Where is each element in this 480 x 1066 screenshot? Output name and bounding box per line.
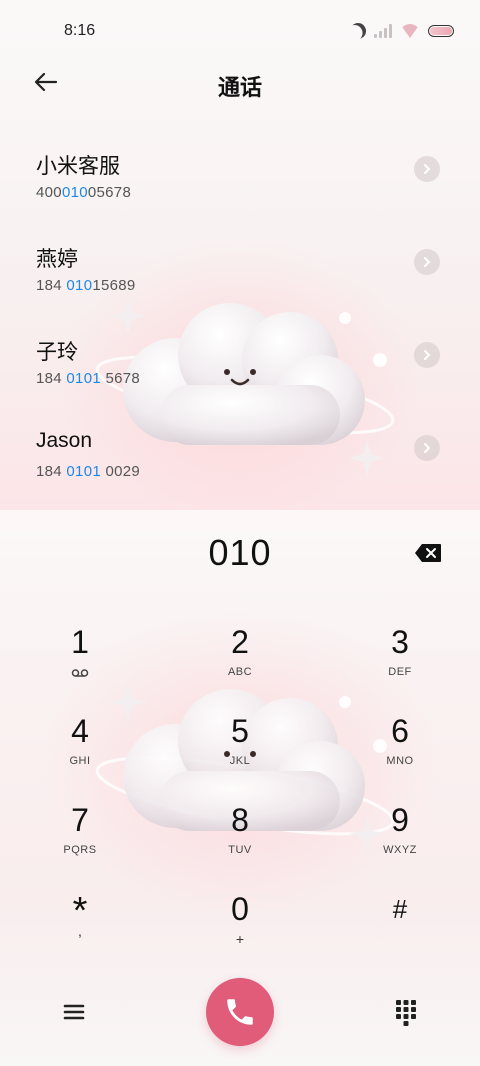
status-time: 8:16 (64, 22, 96, 39)
menu-icon (63, 1004, 85, 1020)
header: 通话 (0, 60, 480, 104)
key-letters: , (78, 923, 82, 939)
voicemail-icon (71, 669, 89, 677)
key-digit: 5 (231, 713, 249, 749)
call-button[interactable] (206, 978, 274, 1046)
backspace-icon (415, 544, 441, 562)
contact-details-button[interactable] (414, 249, 440, 275)
key-digit: 7 (71, 802, 89, 838)
menu-button[interactable] (60, 998, 88, 1026)
dialpad-toggle-button[interactable] (394, 998, 418, 1026)
contact-number: 184 01015689 (36, 277, 136, 294)
key-letters: ABC (227, 666, 253, 678)
backspace-button[interactable] (414, 543, 442, 563)
key-7[interactable]: 7 PQRS (25, 802, 135, 880)
chevron-right-icon (424, 257, 431, 267)
key-letters: MNO (386, 755, 414, 767)
signal-icon (374, 24, 392, 38)
key-letters: GHI (69, 755, 91, 767)
key-letters: WXYZ (383, 844, 417, 856)
contact-number: 184 0101 0029 (36, 463, 141, 480)
contact-details-button[interactable] (414, 342, 440, 368)
key-star[interactable]: * , (25, 891, 135, 969)
key-digit: 1 (71, 624, 89, 660)
status-icons (350, 22, 454, 40)
key-letters: TUV (228, 844, 252, 856)
dialed-number-display: 010 (208, 532, 272, 573)
key-letters: + (235, 931, 245, 947)
chevron-right-icon (424, 350, 431, 360)
key-digit: 9 (391, 802, 409, 838)
contact-details-button[interactable] (414, 156, 440, 182)
key-digit: 3 (391, 624, 409, 660)
chevron-right-icon (424, 443, 431, 453)
page-title: 通话 (217, 75, 262, 100)
contact-number: 184 0101 5678 (36, 370, 141, 387)
phone-icon (227, 999, 253, 1025)
key-digit: 2 (231, 624, 249, 660)
do-not-disturb-icon (347, 20, 369, 42)
key-digit: 0 (231, 891, 249, 927)
key-letters: PQRS (63, 844, 97, 856)
key-letters: JKL (229, 755, 251, 767)
key-3[interactable]: 3 DEF (345, 624, 455, 702)
key-4[interactable]: 4 GHI (25, 713, 135, 791)
key-5[interactable]: 5 JKL (185, 713, 295, 791)
status-bar: 8:16 (0, 0, 480, 60)
wifi-icon (400, 24, 420, 38)
key-9[interactable]: 9 WXYZ (345, 802, 455, 880)
contact-item[interactable]: Jason 184 0101 0029 (0, 429, 480, 499)
key-1[interactable]: 1 (25, 624, 135, 702)
contact-item[interactable]: 子玲 184 0101 5678 (0, 336, 480, 406)
dialpad-icon (396, 1000, 416, 1026)
battery-icon (428, 25, 454, 37)
contact-number: 40001005678 (36, 184, 132, 201)
contact-name: 小米客服 (36, 155, 120, 178)
contact-name: Jason (36, 429, 93, 452)
contact-details-button[interactable] (414, 435, 440, 461)
key-8[interactable]: 8 TUV (185, 802, 295, 880)
key-digit: 8 (231, 802, 249, 838)
contact-name: 燕婷 (36, 248, 78, 271)
contact-item[interactable]: 小米客服 40001005678 (0, 150, 480, 220)
key-letters: DEF (388, 666, 412, 678)
key-digit: 4 (71, 713, 89, 749)
key-2[interactable]: 2 ABC (185, 624, 295, 702)
key-0[interactable]: 0 + (185, 891, 295, 969)
chevron-right-icon (424, 164, 431, 174)
key-digit: # (392, 894, 408, 924)
key-hash[interactable]: # (345, 891, 455, 969)
contact-name: 子玲 (36, 341, 78, 364)
contact-item[interactable]: 燕婷 184 01015689 (0, 243, 480, 313)
key-6[interactable]: 6 MNO (345, 713, 455, 791)
key-digit: 6 (391, 713, 409, 749)
